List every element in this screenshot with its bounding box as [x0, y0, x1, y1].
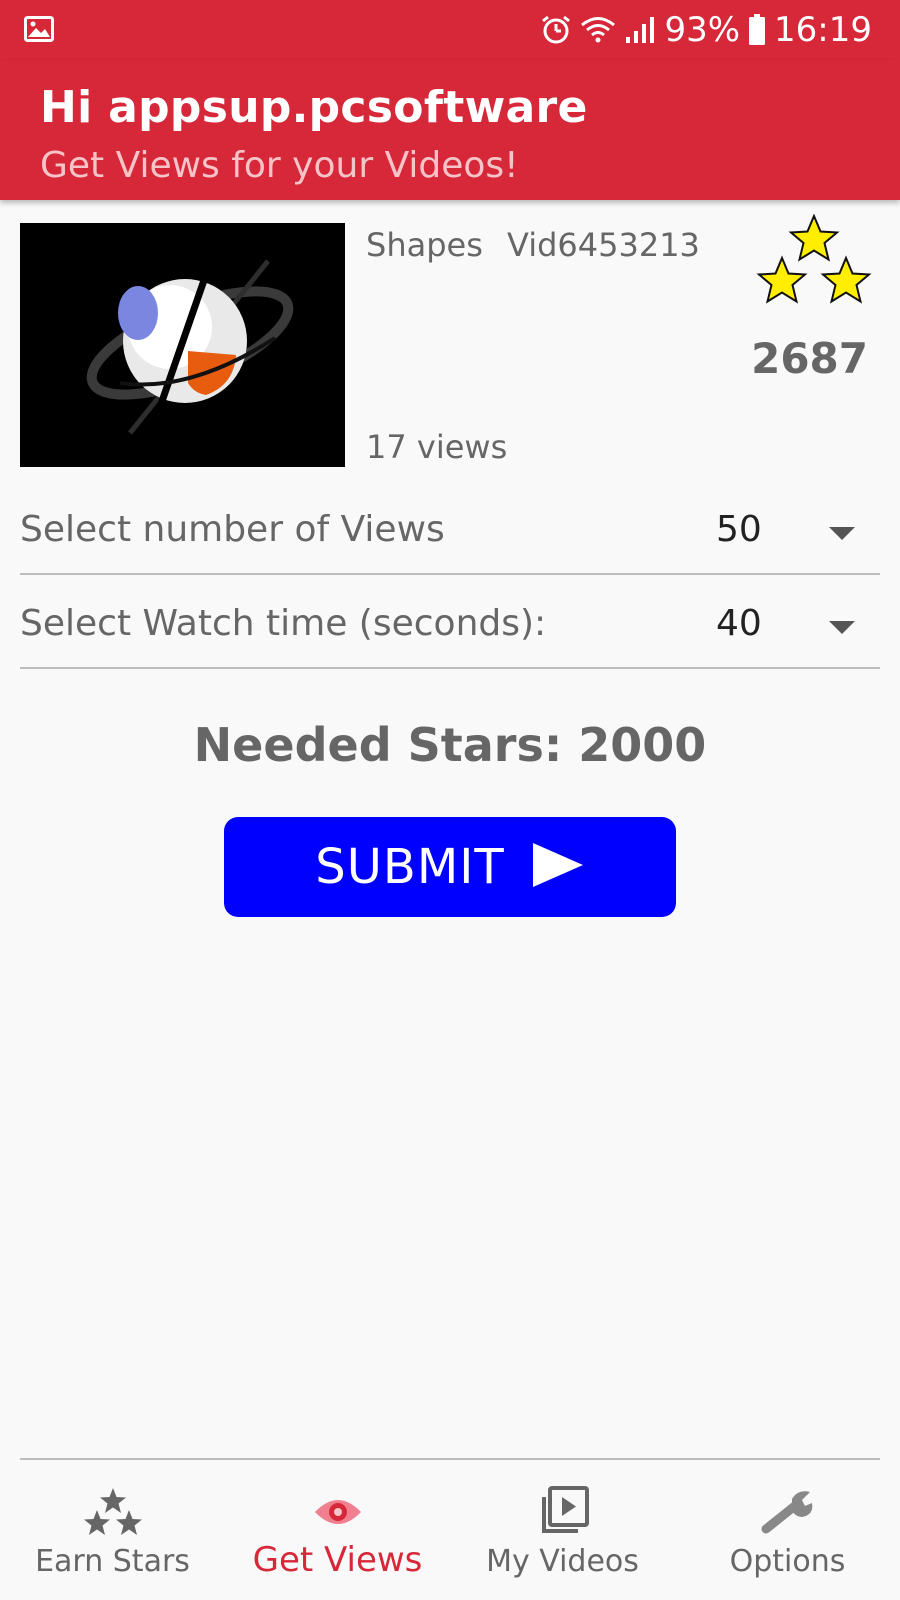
shapes-logo — [20, 223, 345, 467]
gallery-icon — [24, 16, 54, 47]
stars-icon — [83, 1488, 142, 1535]
three-stars-icon — [752, 213, 876, 315]
nav-earn-stars-label: Earn Stars — [35, 1544, 190, 1579]
watch-time-dropdown[interactable]: Select Watch time (seconds): 40 — [20, 577, 880, 669]
eye-icon — [314, 1500, 361, 1524]
app-header: Hi appsup.pcsoftware Get Views for your … — [0, 60, 900, 200]
views-dropdown-value[interactable]: 50 — [716, 509, 762, 550]
nav-options-label: Options — [729, 1544, 846, 1579]
star-balance: 2687 — [751, 334, 868, 383]
views-dropdown-label: Select number of Views — [20, 509, 445, 550]
status-bar: 93% 16:19 — [0, 0, 900, 60]
nav-get-views-label: Get Views — [252, 1540, 423, 1580]
video-name: Shapes — [366, 226, 483, 264]
video-thumbnail[interactable] — [20, 223, 345, 467]
wrench-icon — [761, 1491, 812, 1534]
nav-earn-stars[interactable]: Earn Stars — [0, 1460, 225, 1600]
play-arrow-icon — [531, 841, 585, 894]
needed-stars-text: Needed Stars: 2000 — [193, 718, 707, 772]
submit-button[interactable]: SUBMIT — [224, 817, 676, 917]
watch-time-dropdown-label: Select Watch time (seconds): — [20, 603, 547, 644]
greeting-title: Hi appsup.pcsoftware — [40, 82, 588, 133]
nav-my-videos[interactable]: My Videos — [450, 1460, 675, 1600]
watch-time-dropdown-value[interactable]: 40 — [716, 603, 762, 644]
video-id: Vid6453213 — [507, 226, 700, 264]
chevron-down-icon[interactable] — [829, 527, 855, 540]
submit-button-label: SUBMIT — [315, 839, 505, 895]
header-subtitle: Get Views for your Videos! — [40, 145, 519, 186]
nav-options[interactable]: Options — [675, 1460, 900, 1600]
video-library-icon — [541, 1486, 589, 1533]
wifi-icon — [580, 15, 616, 45]
views-dropdown[interactable]: Select number of Views 50 — [20, 483, 880, 575]
nav-my-videos-label: My Videos — [486, 1544, 639, 1579]
battery-percent: 93% — [664, 10, 741, 50]
alarm-icon — [540, 14, 572, 46]
clock-time: 16:19 — [774, 10, 872, 50]
nav-get-views[interactable]: Get Views — [225, 1460, 450, 1600]
signal-icon — [624, 15, 656, 45]
battery-icon — [748, 14, 766, 46]
video-views-count: 17 views — [366, 428, 508, 466]
bottom-navigation: Earn Stars Get Views My Videos Options — [0, 1460, 900, 1600]
chevron-down-icon[interactable] — [829, 621, 855, 634]
